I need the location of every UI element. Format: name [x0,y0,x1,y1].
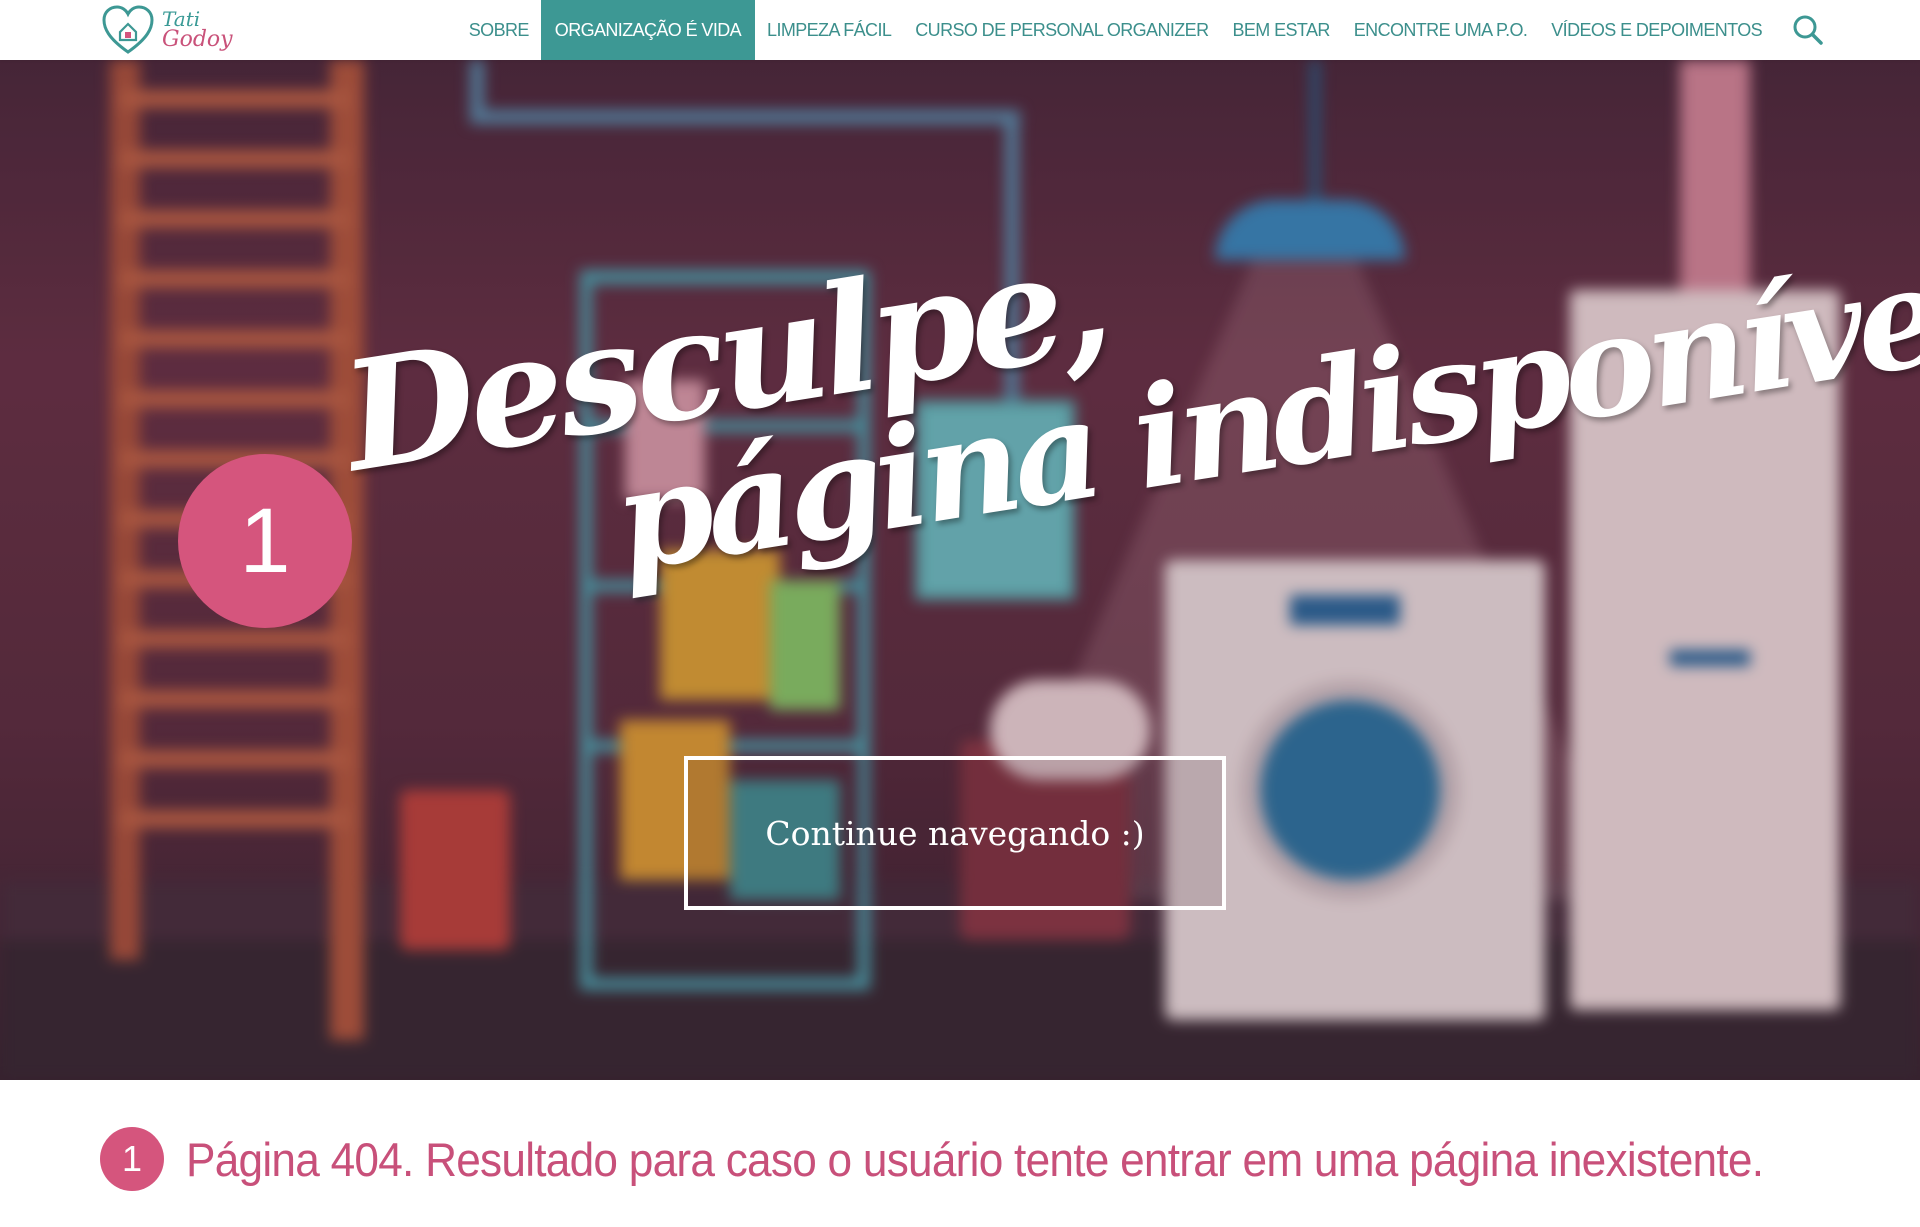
logo-line-1: Tati [162,7,201,31]
nav-item-limpeza-facil[interactable]: LIMPEZA FÁCIL [755,0,903,60]
main-nav: SOBRE ORGANIZAÇÃO É VIDA LIMPEZA FÁCIL C… [457,0,1774,60]
nav-item-bem-estar[interactable]: BEM ESTAR [1220,0,1341,60]
site-logo[interactable]: Tati Godoy [100,2,240,58]
site-header: Tati Godoy SOBRE ORGANIZAÇÃO É VIDA LIMP… [0,0,1920,60]
logo-line-2: Godoy [162,27,233,52]
search-icon [1793,15,1823,45]
annotation-marker: 1 [178,454,352,628]
nav-item-videos-e-depoimentos[interactable]: VÍDEOS E DEPOIMENTOS [1539,0,1774,60]
nav-item-encontre-uma-po[interactable]: ENCONTRE UMA P.O. [1342,0,1540,60]
nav-item-curso-personal-organizer[interactable]: CURSO DE PERSONAL ORGANIZER [903,0,1220,60]
heart-house-icon [102,5,154,54]
caption-text: Página 404. Resultado para caso o usuári… [186,1132,1764,1186]
caption-marker: 1 [100,1127,164,1191]
search-button[interactable] [1788,10,1828,50]
nav-item-sobre[interactable]: SOBRE [457,0,541,60]
continue-browsing-button[interactable]: Continue navegando :) [684,756,1226,910]
annotation-caption: 1 Página 404. Resultado para caso o usuá… [100,1126,1864,1192]
error-hero: Desculpe, página indisponível 1 Continue… [0,60,1920,1080]
nav-item-organizacao-e-vida[interactable]: ORGANIZAÇÃO É VIDA [540,0,756,60]
error-title: Desculpe, página indisponível [332,212,1920,670]
logo-wordmark: Tati Godoy [162,9,233,51]
